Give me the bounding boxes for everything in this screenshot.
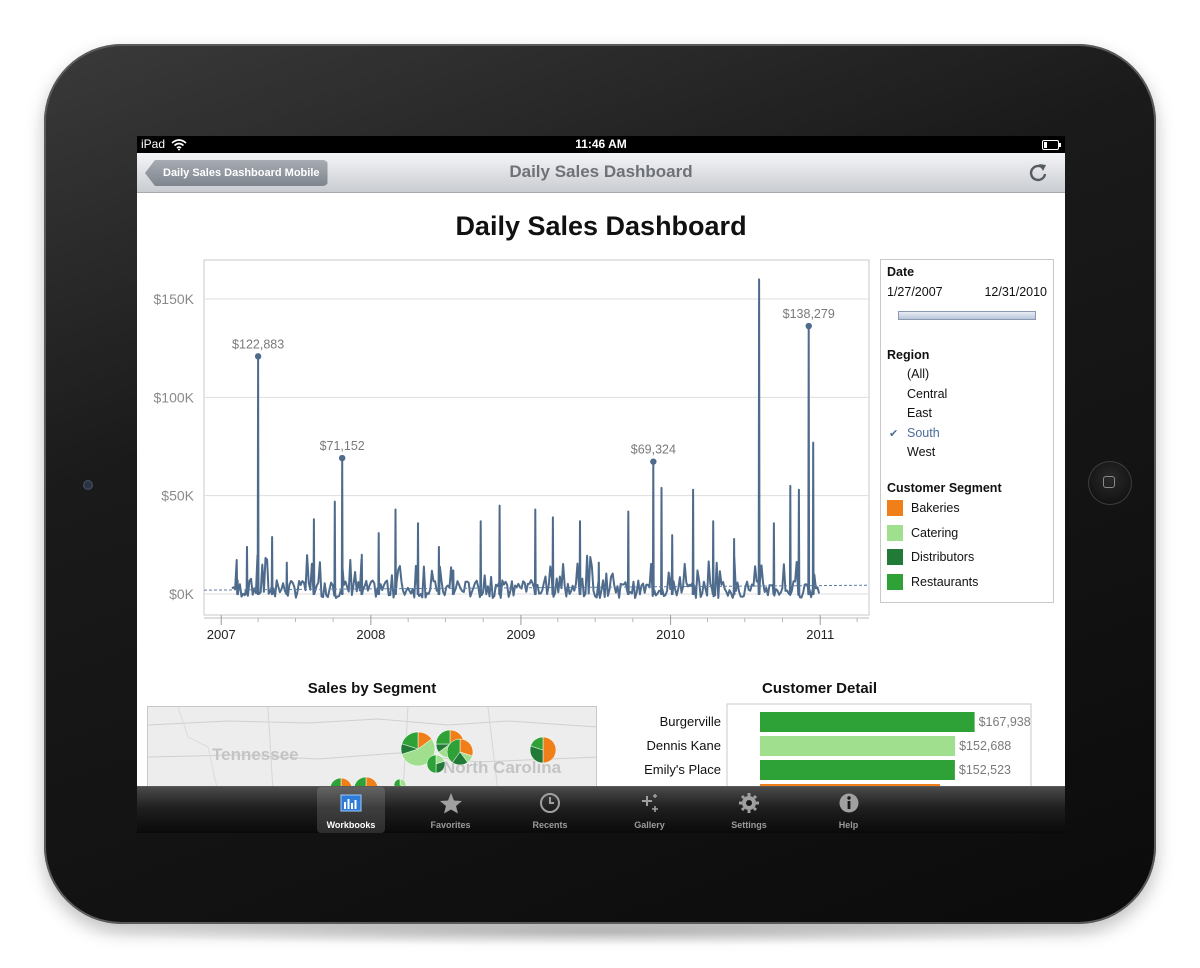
customer-name: Emily's Place [644,762,721,777]
peak-label: $69,324 [631,443,676,457]
date-range-slider[interactable] [898,311,1036,320]
refresh-icon[interactable] [1027,162,1049,184]
tab-label: Help [838,820,859,830]
detail-title: Customer Detail [761,680,878,697]
tab-gallery[interactable]: Gallery [616,787,684,833]
battery-icon [1042,140,1061,150]
tab-settings[interactable]: Settings [715,787,783,833]
region-option[interactable]: (All) [907,367,929,381]
map-label-tennessee: Tennessee [212,745,299,764]
segment-pie[interactable] [354,776,378,786]
peak-marker[interactable] [650,458,657,465]
tab-label: Recents [532,820,568,830]
pie-slice [365,776,378,786]
x-tick-label: 2010 [656,627,685,642]
segment-map[interactable]: Tennessee North Carolina [147,706,597,786]
front-camera [83,480,93,490]
segment-pie[interactable] [529,736,557,764]
segment-pie[interactable] [446,738,474,766]
clock-icon [540,793,560,813]
gear-icon [739,793,759,813]
peak-label: $138,279 [783,307,835,321]
sparkle-icon [641,794,658,812]
segment-pie[interactable] [426,754,446,774]
customer-value-label: $167,938 [979,715,1031,729]
check-icon: ✔ [889,427,899,440]
pie-slice [354,776,367,786]
date-filter-label: Date [887,265,915,279]
ipad-screen: iPad 11:46 AM Daily Sales Dashboard Mobi… [137,136,1065,833]
customer-name: Dennis Kane [647,738,721,753]
dashboard-title: Daily Sales Dashboard [455,211,747,241]
star-icon [439,793,462,814]
filter-panel: Date 1/27/2007 12/31/2010 Region Custome… [880,259,1054,603]
tab-label: Favorites [430,820,471,830]
customer-bar[interactable] [760,712,975,732]
x-tick-label: 2008 [356,627,385,642]
pie-slice [435,729,451,745]
region-option[interactable]: East [907,406,932,420]
legend-swatch [887,524,903,541]
customer-bar[interactable] [760,736,956,756]
navigation-bar: Daily Sales Dashboard Mobile Daily Sales… [137,153,1065,193]
y-tick-label: $50K [161,488,194,504]
region-option[interactable]: South [907,426,940,440]
pie-slice [340,777,352,786]
dashboard-content: Daily Sales Dashboard $0K $50K $100K $150K … [137,193,1065,786]
peak-label: $71,152 [320,439,365,453]
pie-slice [399,778,407,786]
nav-title: Daily Sales Dashboard [509,162,693,181]
tab-label: Gallery [634,820,665,830]
date-start: 1/27/2007 [887,285,943,299]
x-tick-label: 2011 [806,627,834,642]
customer-bar[interactable] [760,760,955,780]
segment-title: Sales by Segment [307,680,437,697]
legend-label[interactable]: Restaurants [911,575,978,589]
y-tick-label: $100K [154,389,195,405]
customer-detail-bar-chart[interactable]: Burgerville $167,938 Dennis Kane $152,688 Em… [627,702,1037,786]
tab-label: Settings [731,820,767,830]
legend-swatch [887,573,903,590]
peak-marker[interactable] [254,353,262,360]
info-icon [839,793,858,813]
tab-workbooks[interactable]: Workbooks [317,787,385,833]
pie-slice [330,777,342,786]
legend-swatch [887,500,903,516]
y-tick-label: $0K [169,586,195,602]
segment-legend-label: Customer Segment [887,481,1002,495]
customer-value-label: $152,688 [959,739,1011,753]
tab-bar: Workbooks Favorites Recents Gallery Settings… [137,786,1065,833]
x-tick-label: 2007 [207,627,236,642]
map-canvas: Tennessee North Carolina [148,707,596,786]
bar-chart-icon [340,794,362,812]
tab-help[interactable]: Help [815,787,883,833]
legend-label[interactable]: Distributors [911,550,974,564]
home-button-icon [1103,476,1115,488]
peak-marker[interactable] [338,454,346,462]
customer-name: Burgerville [660,714,721,729]
tab-favorites[interactable]: Favorites [417,787,485,833]
date-end: 12/31/2010 [984,285,1047,299]
peak-label: $122,883 [232,337,284,351]
peak-marker[interactable] [805,322,812,330]
region-filter-label: Region [887,348,930,362]
status-bar: iPad 11:46 AM [137,136,1065,153]
daily-sales-line-chart[interactable]: $0K $50K $100K $150K 2007 2008 2009 2010 2011 $… [137,253,877,653]
tab-label: Workbooks [326,820,376,830]
legend-swatch [887,549,903,565]
legend-label[interactable]: Bakeries [911,501,960,515]
y-tick-label: $150K [154,291,195,307]
segment-pie[interactable] [330,777,352,786]
region-option[interactable]: Central [907,387,947,401]
customer-value-label: $152,523 [959,763,1011,777]
tab-recents[interactable]: Recents [516,787,584,833]
legend-label[interactable]: Catering [911,526,958,540]
region-option[interactable]: West [907,445,935,459]
x-tick-label: 2009 [506,627,535,642]
clock-text: 11:46 AM [575,137,627,151]
